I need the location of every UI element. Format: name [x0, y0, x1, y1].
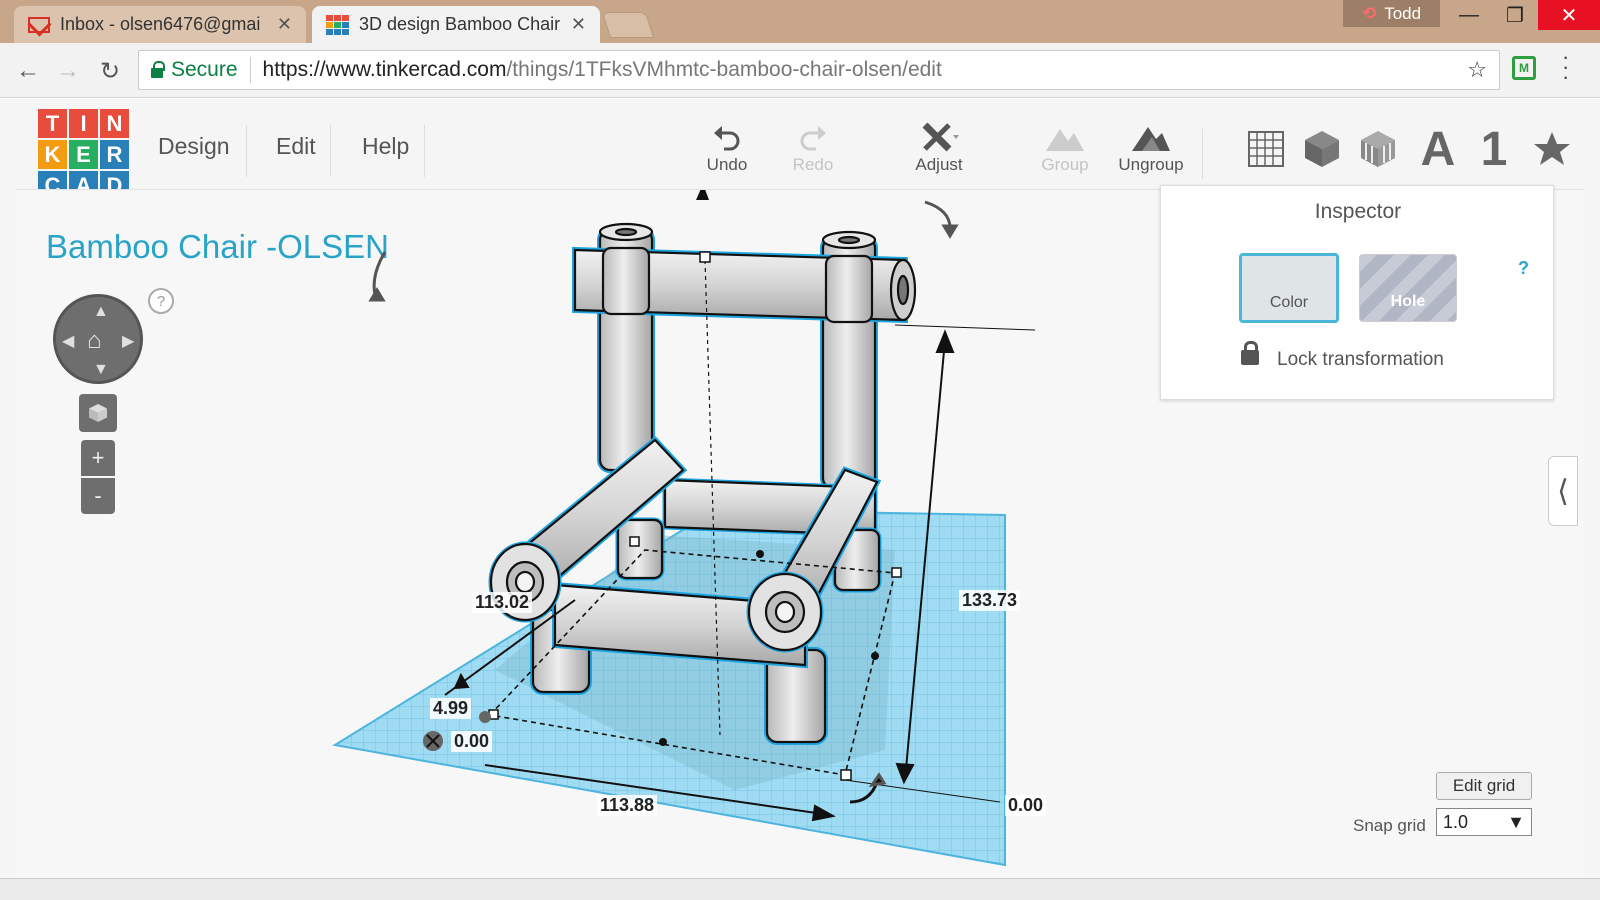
striped-shape-button[interactable]	[1352, 125, 1404, 173]
inspector-help-button[interactable]: ?	[1518, 258, 1529, 279]
menu-design[interactable]: Design	[158, 133, 230, 160]
tab-inbox[interactable]: Inbox - olsen6476@gmai ✕	[14, 6, 306, 43]
close-window-button[interactable]: ✕	[1538, 0, 1600, 30]
logo-letter: T	[38, 109, 67, 138]
width-dimension[interactable]: 113.02	[472, 592, 533, 613]
browser-titlebar: Inbox - olsen6476@gmai ✕ 3D design Bambo…	[0, 0, 1600, 43]
group-icon	[1020, 121, 1110, 155]
handle[interactable]	[699, 251, 711, 263]
undo-button[interactable]: Undo	[682, 121, 772, 175]
snap-grid-select[interactable]: 1.0 ▼	[1436, 808, 1532, 836]
lock-icon[interactable]	[1241, 341, 1259, 365]
handle[interactable]	[629, 536, 640, 547]
logo-letter: E	[69, 140, 98, 169]
handle[interactable]	[659, 738, 667, 746]
dropdown-arrow-icon: ▼	[1507, 811, 1525, 832]
logo-letter: R	[100, 140, 129, 169]
logo-letter: N	[100, 109, 129, 138]
striped-box-icon	[1361, 131, 1395, 167]
omnibox-divider	[249, 57, 251, 83]
adjust-label: Adjust	[915, 155, 963, 174]
menu-edit[interactable]: Edit	[276, 133, 316, 160]
handle[interactable]	[871, 652, 879, 660]
star-icon	[1534, 132, 1570, 165]
logo-letter: I	[69, 109, 98, 138]
rotate-arrow-icon[interactable]	[924, 200, 952, 229]
snap-grid-label: Snap grid	[1353, 816, 1426, 835]
extension-icon[interactable]: M	[1512, 56, 1536, 80]
minimize-button[interactable]: —	[1446, 0, 1492, 30]
tab-label: 3D design Bamboo Chair	[359, 14, 561, 34]
inspector-panel: Inspector Color Hole ? Lock transformati…	[1160, 185, 1554, 400]
menu-help[interactable]: Help	[362, 133, 409, 160]
profile-icon: ⟲	[1361, 3, 1377, 23]
menu-divider	[246, 125, 247, 177]
secure-lock-icon	[151, 60, 165, 78]
inspector-title: Inspector	[1314, 200, 1402, 223]
workplane-grid-icon	[1248, 131, 1284, 167]
bottom-bar	[0, 878, 1600, 900]
address-bar[interactable]: Secure https://www.tinkercad.com/things/…	[138, 50, 1500, 90]
text-shape-button[interactable]: A	[1412, 123, 1464, 176]
tab-label: Inbox - olsen6476@gmai	[60, 14, 261, 34]
x-offset-dimension[interactable]: 0.00	[451, 731, 493, 752]
elevation-dimension[interactable]: 4.99	[430, 698, 472, 719]
adjust-button[interactable]: Adjust	[894, 121, 984, 175]
redo-icon	[768, 121, 858, 155]
redo-label: Redo	[792, 155, 834, 174]
new-tab-button[interactable]	[601, 12, 655, 38]
box-icon	[1305, 131, 1339, 167]
box-shape-button[interactable]	[1296, 125, 1348, 173]
favorites-star-button[interactable]	[1526, 125, 1578, 173]
undo-label: Undo	[706, 155, 748, 174]
handle[interactable]	[891, 567, 902, 578]
ungroup-label: Ungroup	[1118, 155, 1184, 174]
tab-close-icon[interactable]: ✕	[571, 14, 586, 35]
lock-transformation-label[interactable]: Lock transformation	[1277, 349, 1444, 371]
length-dimension[interactable]: 113.88	[597, 795, 658, 816]
tinkercad-favicon-icon	[326, 14, 349, 35]
handle[interactable]	[756, 550, 764, 558]
color-button[interactable]: Color	[1239, 253, 1339, 323]
profile-chip[interactable]: ⟲ Todd	[1343, 0, 1440, 27]
bookmark-star-icon[interactable]: ☆	[1467, 57, 1487, 83]
edit-grid-button[interactable]: Edit grid	[1436, 772, 1532, 800]
undo-icon	[682, 121, 772, 155]
tinkercad-logo[interactable]: T I N K E R C A D	[38, 109, 129, 200]
gmail-icon	[28, 16, 50, 33]
side-panel-toggle[interactable]: ⟨	[1548, 456, 1578, 526]
number-shape-button[interactable]: 1	[1468, 123, 1520, 176]
rotate-arrow-icon[interactable]	[372, 251, 387, 296]
hole-button[interactable]: Hole	[1359, 254, 1457, 322]
height-dimension[interactable]: 133.73	[959, 590, 1021, 611]
browser-toolbar: ← → ↻ Secure https://www.tinkercad.com/t…	[0, 43, 1600, 98]
tab-tinkercad[interactable]: 3D design Bamboo Chair ✕	[312, 6, 600, 43]
secure-label: Secure	[171, 58, 238, 81]
group-button[interactable]: Group	[1020, 121, 1110, 175]
url-host: https://www.tinkercad.com	[262, 58, 507, 81]
restore-button[interactable]: ❐	[1492, 0, 1538, 30]
z-offset-dimension[interactable]: 0.00	[1005, 795, 1047, 816]
secure-indicator[interactable]: Secure	[151, 58, 238, 82]
back-button[interactable]: ←	[12, 55, 44, 87]
reload-button[interactable]: ↻	[94, 55, 126, 87]
toolbar-divider	[1202, 129, 1203, 179]
handle[interactable]	[840, 769, 852, 781]
menu-divider	[424, 125, 425, 177]
ungroup-icon	[1106, 121, 1196, 155]
menu-divider	[330, 125, 331, 177]
profile-name: Todd	[1384, 3, 1422, 23]
adjust-icon	[894, 121, 984, 155]
lift-arrow-icon[interactable]	[696, 190, 709, 200]
chrome-menu-icon[interactable]: · · ·	[1562, 46, 1569, 88]
redo-button[interactable]: Redo	[768, 121, 858, 175]
url-path: /things/1TFksVMhmtc-bamboo-chair-olsen/e…	[506, 58, 942, 81]
workplane-grid-shape-button[interactable]	[1240, 125, 1292, 173]
tab-close-icon[interactable]: ✕	[277, 14, 292, 35]
forward-button[interactable]: →	[52, 55, 84, 87]
snap-grid-value: 1.0	[1443, 811, 1469, 832]
logo-letter: K	[38, 140, 67, 169]
group-label: Group	[1041, 155, 1089, 174]
ungroup-button[interactable]: Ungroup	[1106, 121, 1196, 175]
